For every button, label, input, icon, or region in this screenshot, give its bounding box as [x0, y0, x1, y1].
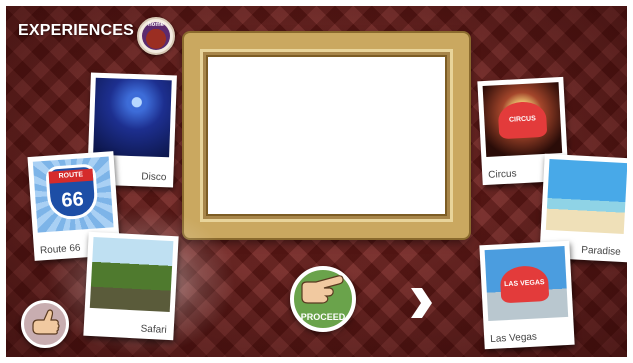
paradise-image [545, 159, 627, 235]
thumbs-hand-icon [32, 309, 60, 335]
las-vegas-image: LAS VEGAS [484, 245, 569, 322]
safari-image [89, 236, 174, 313]
disco-image [93, 77, 172, 158]
route66-image: ROUTE 66 [32, 156, 114, 233]
proceed-label: PROCEED [300, 312, 346, 322]
experience-label: Paradise [581, 244, 622, 258]
experience-label: Circus [487, 168, 517, 181]
home-button[interactable]: home [137, 17, 175, 55]
pointing-hand-icon [301, 275, 344, 304]
experience-label: Safari [140, 323, 168, 336]
route66-shield: ROUTE 66 [45, 163, 99, 221]
experience-label: Route 66 [39, 242, 81, 257]
proceed-button[interactable]: PROCEED [290, 266, 356, 332]
experience-card-safari[interactable]: Safari [83, 231, 179, 341]
experience-card-las-vegas[interactable]: LAS VEGAS Las Vegas [479, 240, 575, 350]
frame-canvas [206, 55, 447, 216]
chevron-right-icon[interactable] [408, 286, 434, 320]
home-label: home [147, 22, 164, 28]
back-button[interactable] [21, 300, 69, 348]
circus-image: CIRCUS [482, 82, 563, 158]
experience-label: Disco [141, 171, 167, 184]
las-vegas-sign: LAS VEGAS [499, 264, 550, 304]
circus-sign: CIRCUS [497, 100, 548, 140]
experience-label: Las Vegas [489, 331, 538, 345]
experiences-screen: EXPERIENCES home Disco ROUTE 66 Route 66… [6, 6, 627, 357]
page-title: EXPERIENCES [18, 22, 135, 39]
